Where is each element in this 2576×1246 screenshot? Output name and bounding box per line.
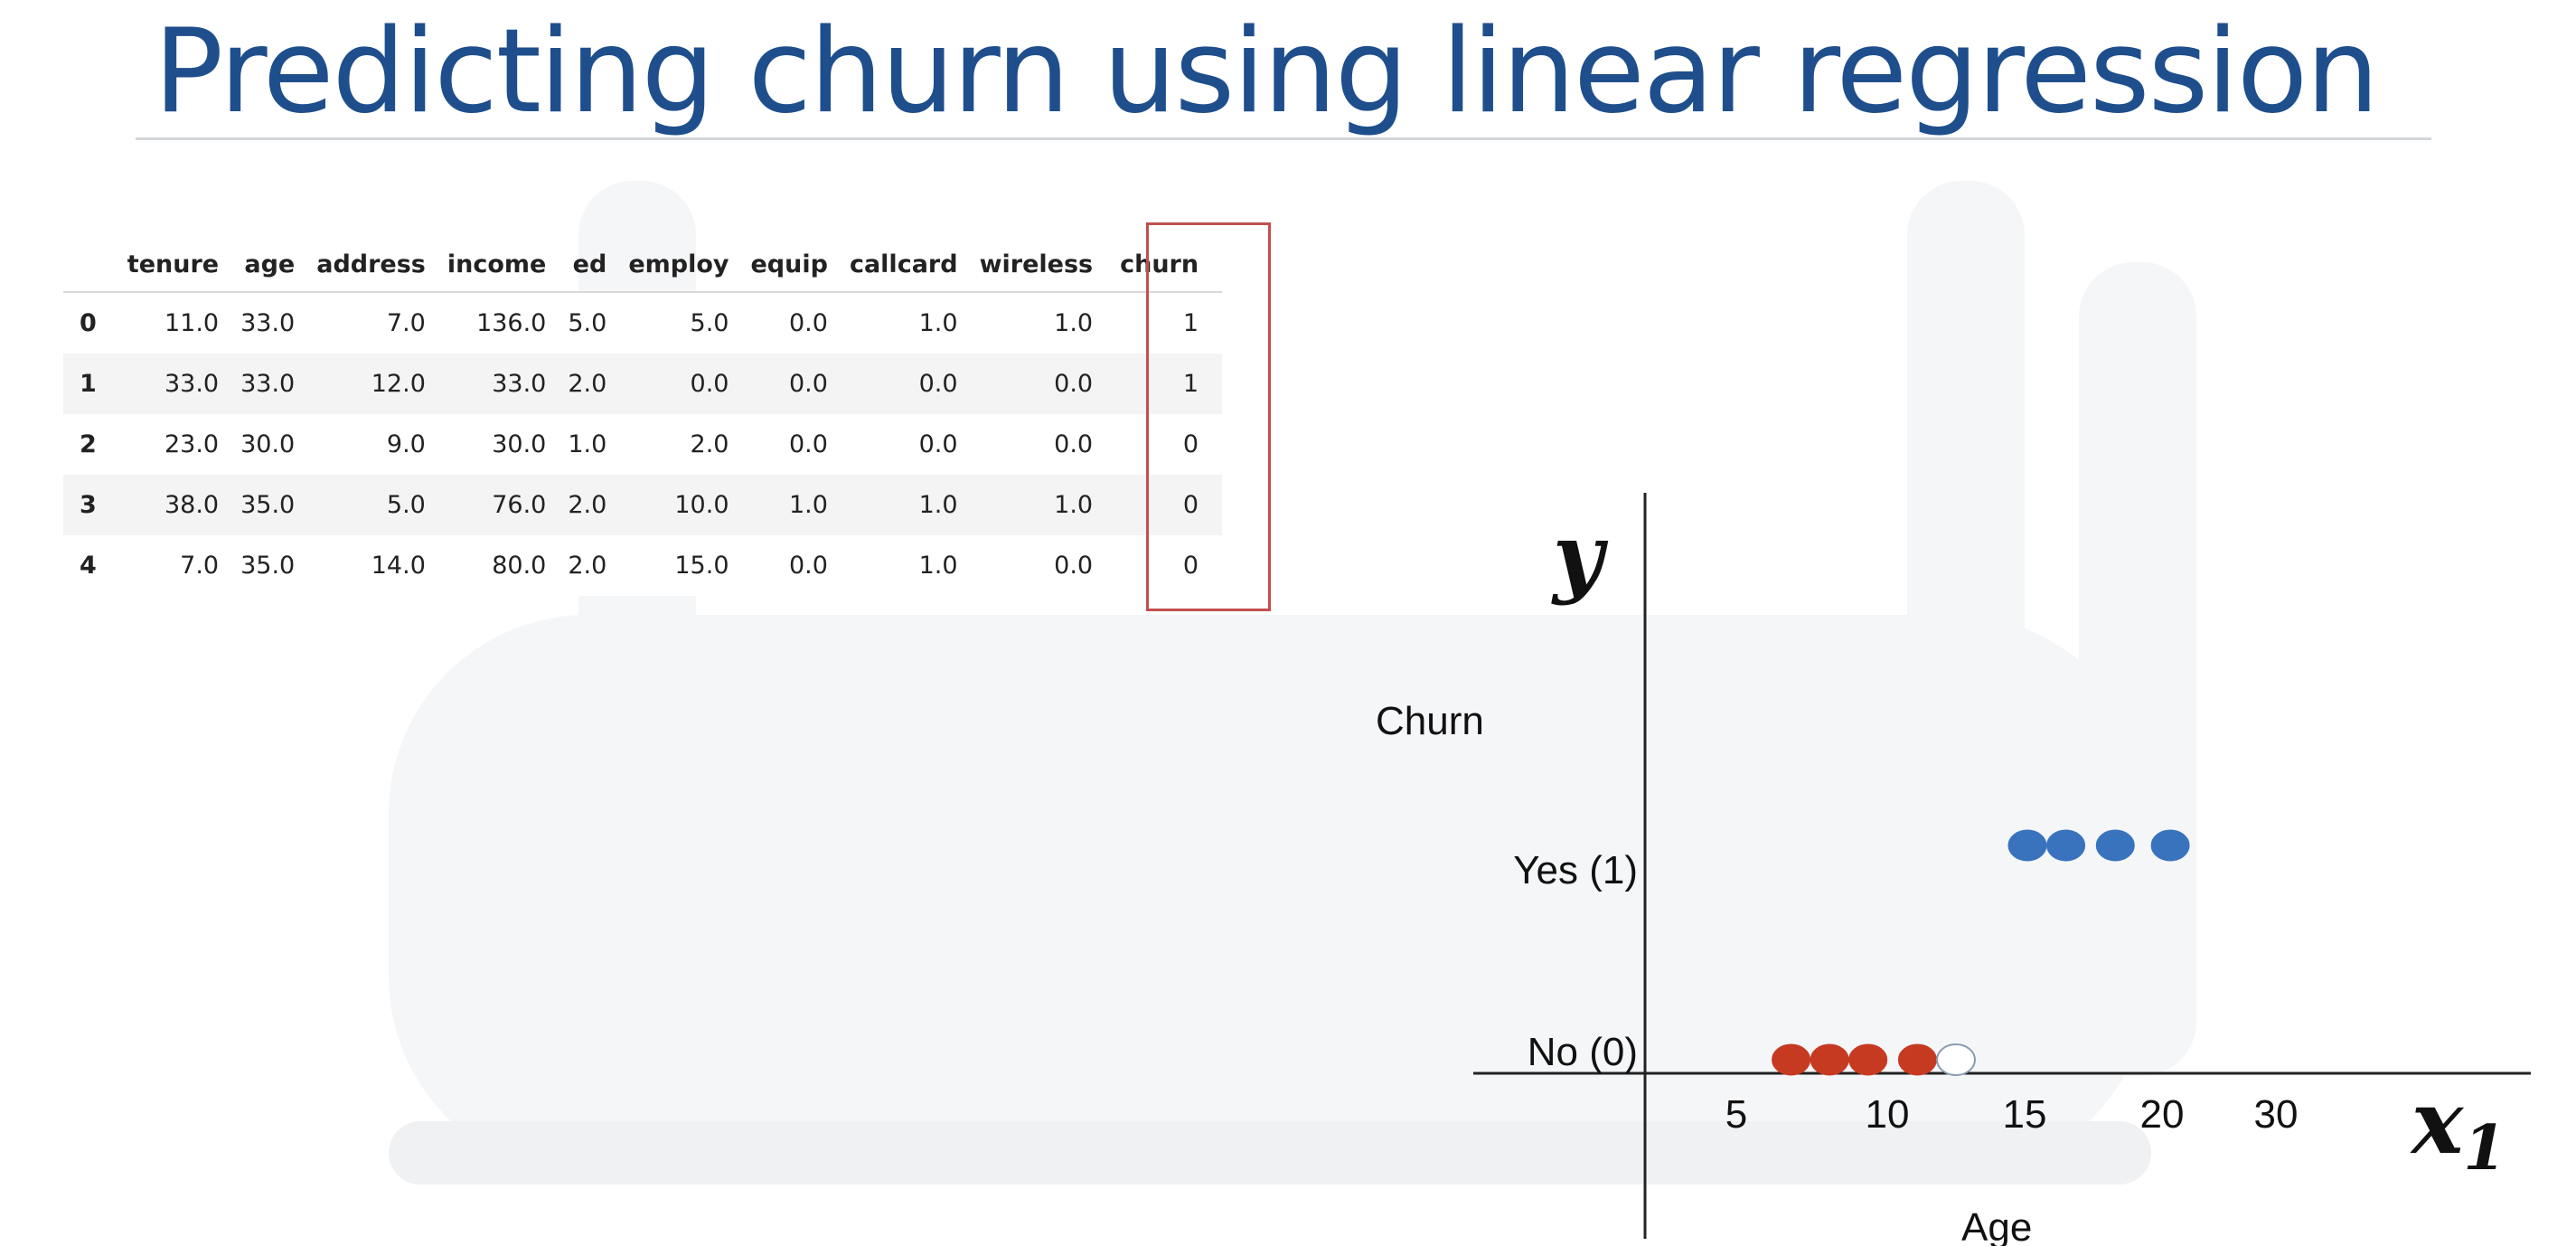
x-tick-labels: 5 10 15 20 30 bbox=[1725, 1092, 2299, 1137]
churn-no-point bbox=[1848, 1043, 1888, 1076]
x-axis-label: Age bbox=[1961, 1205, 2032, 1246]
churn-no-point bbox=[1897, 1043, 1937, 1076]
x-tick-label: 5 bbox=[1725, 1092, 1747, 1137]
churn-no-point bbox=[1772, 1043, 1811, 1076]
y-tick-label: Yes (1) bbox=[1513, 848, 1638, 892]
churn-yes-point bbox=[2095, 829, 2135, 862]
x-tick-label: 15 bbox=[2003, 1092, 2047, 1137]
x-tick-label: 10 bbox=[1866, 1092, 1910, 1137]
churn-yes-point bbox=[2150, 829, 2190, 862]
y-axis-label: Churn bbox=[1376, 699, 1484, 743]
x-tick-label: 30 bbox=[2254, 1092, 2299, 1137]
churn-age-scatter-chart: y Churn Yes (1) No (0) 5 10 15 20 30 x1 … bbox=[1376, 493, 2531, 1246]
y-axis-symbol: y bbox=[1551, 505, 1609, 607]
x-axis-symbol: x1 bbox=[2410, 1071, 2506, 1185]
data-points bbox=[1772, 829, 2190, 1076]
churn-no-point bbox=[1810, 1043, 1849, 1076]
y-tick-label: No (0) bbox=[1528, 1030, 1638, 1074]
x-tick-label: 20 bbox=[2140, 1092, 2185, 1137]
churn-yes-point bbox=[2007, 829, 2047, 862]
hollow-point bbox=[1936, 1043, 1976, 1076]
churn-yes-point bbox=[2046, 829, 2086, 862]
